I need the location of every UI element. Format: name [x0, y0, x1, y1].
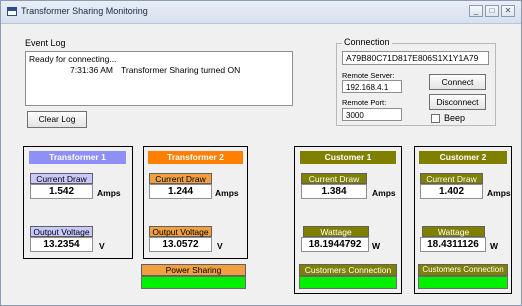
remote-port-label: Remote Port:: [342, 98, 387, 107]
customer-2-current-value: 1.402: [420, 184, 483, 199]
transformer-1-current-value: 1.542: [30, 184, 93, 199]
event-log-label: Event Log: [25, 38, 66, 48]
event-log-box[interactable]: Ready for connecting... 7:31:36 AM Trans…: [25, 51, 293, 106]
transformer-1-current-unit: Amps: [97, 188, 121, 198]
customer-2-connection-indicator: [418, 276, 508, 289]
customer-2-wattage-unit: W: [490, 241, 499, 251]
disconnect-button[interactable]: Disconnect: [429, 94, 486, 110]
customer-1-wattage-unit: W: [372, 241, 381, 251]
customer-1-current-value: 1.384: [301, 184, 367, 199]
customer-1-wattage-label: Wattage: [303, 226, 369, 237]
customer-2-connection-label: Customers Connection: [418, 264, 508, 276]
main-window: Transformer Sharing Monitoring _ □ ✕ Eve…: [0, 0, 522, 306]
customer-2-title: Customer 2: [419, 151, 507, 164]
remote-server-label: Remote Server:: [342, 71, 395, 80]
remote-port-field[interactable]: 3000: [342, 108, 402, 121]
transformer-1-current-label: Current Draw: [30, 173, 93, 184]
customer-2-current-label: Current Draw: [420, 173, 483, 184]
power-sharing-indicator: [141, 276, 246, 289]
event-log-line: Ready for connecting...: [29, 54, 117, 64]
customer-2-wattage-label: Wattage: [422, 226, 485, 237]
event-log-line: Transformer Sharing turned ON: [121, 65, 241, 75]
customer-1-current-label: Current Draw: [301, 173, 367, 184]
transformer-2-current-unit: Amps: [215, 188, 239, 198]
customer-1-title: Customer 1: [300, 151, 396, 164]
close-icon[interactable]: ✕: [501, 5, 515, 17]
transformer-2-voltage-value: 13.0572: [149, 237, 212, 252]
transformer-2-current-label: Current Draw: [149, 173, 212, 184]
beep-checkbox[interactable]: [431, 114, 440, 123]
beep-label: Beep: [444, 113, 466, 123]
transformer-2-title: Transformer 2: [148, 151, 243, 164]
connection-id-field[interactable]: A79B80C71D817E806S1X1Y1A79: [342, 51, 489, 65]
transformer-2-voltage-unit: V: [217, 241, 223, 251]
customer-1-wattage-value: 18.1944792: [301, 237, 369, 252]
app-window-icon: [7, 7, 17, 16]
maximize-icon[interactable]: □: [485, 5, 499, 17]
transformer-1-voltage-label: Output Voltage: [30, 226, 93, 237]
transformer-2-voltage-label: Output Voltage: [149, 226, 212, 237]
power-sharing-label: Power Sharing: [141, 264, 246, 276]
window-title: Transformer Sharing Monitoring: [21, 6, 148, 16]
connection-label: Connection: [342, 37, 392, 47]
customer-2-current-unit: Amps: [487, 188, 511, 198]
transformer-1-voltage-value: 13.2354: [30, 237, 93, 252]
customer-1-connection-indicator: [299, 276, 397, 289]
event-log-time: 7:31:36 AM: [70, 65, 114, 75]
transformer-2-current-value: 1.244: [149, 184, 212, 199]
transformer-1-voltage-unit: V: [99, 241, 105, 251]
customer-1-connection-label: Customers Connection: [299, 264, 397, 276]
customer-1-current-unit: Amps: [372, 188, 396, 198]
connect-button[interactable]: Connect: [429, 74, 486, 90]
clear-log-button[interactable]: Clear Log: [27, 111, 87, 128]
transformer-1-title: Transformer 1: [29, 151, 126, 164]
remote-server-field[interactable]: 192.168.4.1: [342, 80, 402, 93]
customer-2-wattage-value: 18.4311126: [420, 237, 486, 252]
minimize-icon[interactable]: _: [469, 5, 483, 17]
title-bar: Transformer Sharing Monitoring _ □ ✕: [1, 1, 521, 24]
